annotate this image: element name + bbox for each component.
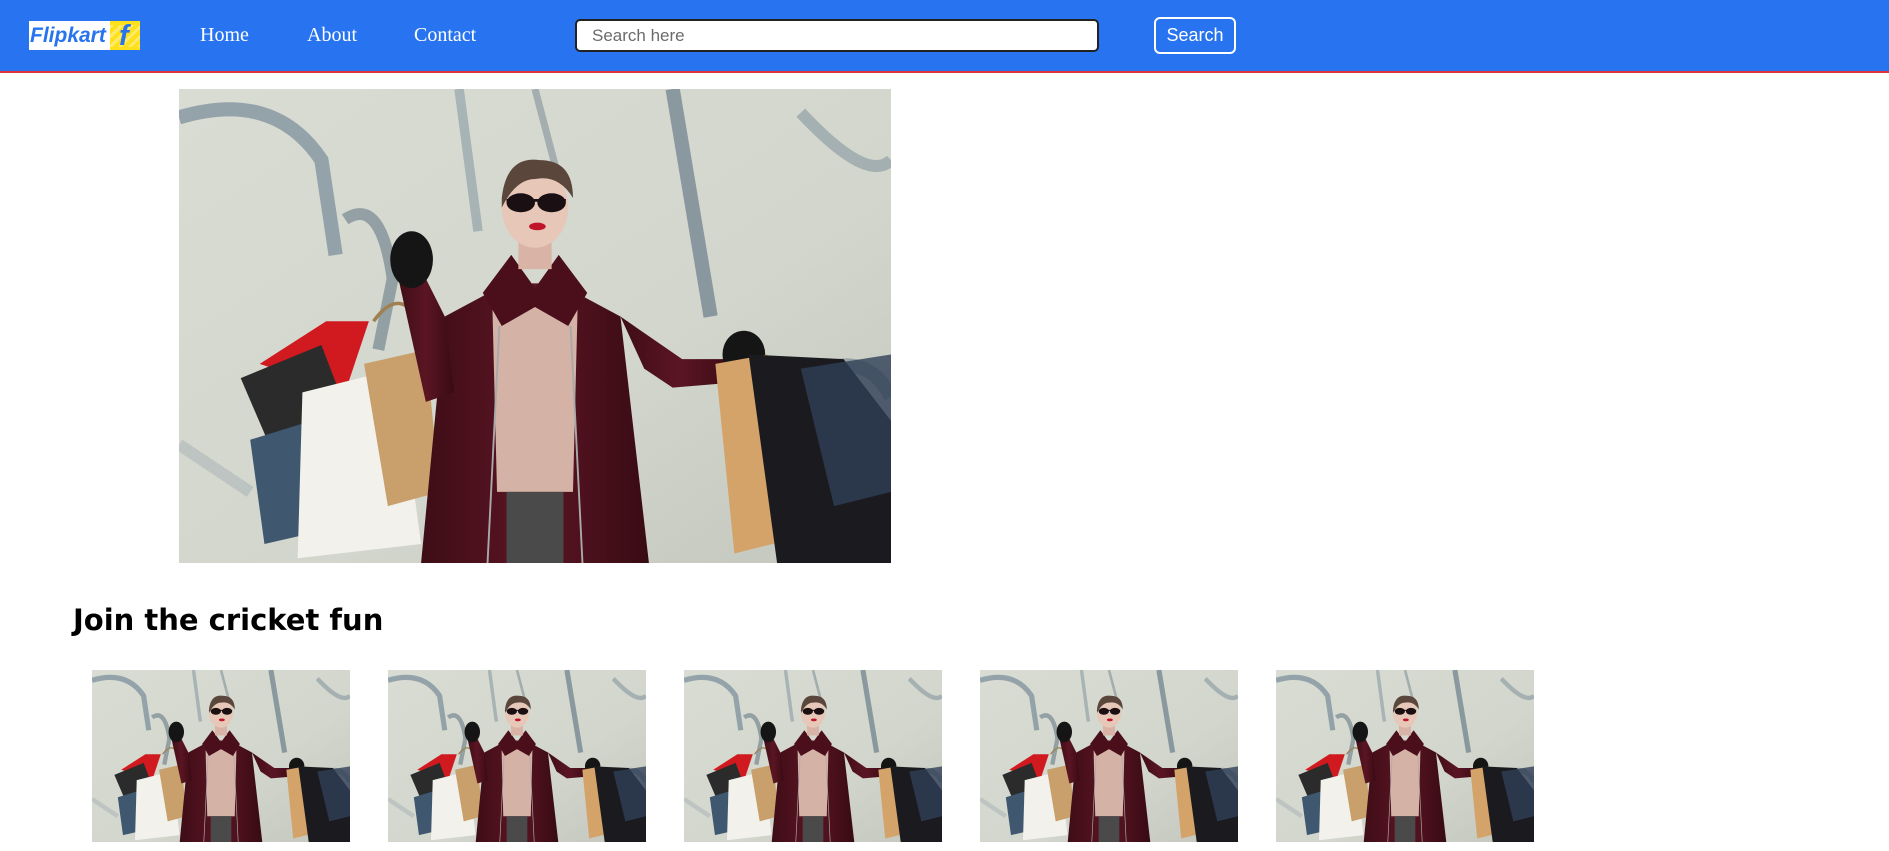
hero-image	[179, 89, 891, 563]
product-thumbnail[interactable]	[684, 670, 942, 842]
product-thumbnail[interactable]	[1276, 670, 1534, 842]
flipkart-logo[interactable]: Flipkart f	[29, 21, 140, 50]
search-button[interactable]: Search	[1154, 17, 1236, 54]
shopping-woman-photo	[1276, 670, 1534, 842]
shopping-woman-photo	[980, 670, 1238, 842]
product-thumbnail[interactable]	[388, 670, 646, 842]
shopping-woman-photo	[92, 670, 350, 842]
product-thumbnail[interactable]	[980, 670, 1238, 842]
section-heading: Join the cricket fun	[73, 603, 384, 637]
nav-link-home[interactable]: Home	[200, 22, 249, 48]
search-input[interactable]	[575, 19, 1099, 52]
shopping-woman-photo	[388, 670, 646, 842]
nav-link-contact[interactable]: Contact	[414, 22, 476, 48]
top-navbar: Flipkart f Home About Contact Search	[0, 0, 1889, 73]
logo-mark-icon: f	[110, 21, 140, 50]
nav-link-about[interactable]: About	[307, 22, 357, 48]
shopping-woman-photo	[684, 670, 942, 842]
logo-text: Flipkart	[29, 21, 110, 50]
shopping-woman-photo	[179, 89, 891, 563]
product-thumbnail[interactable]	[92, 670, 350, 842]
